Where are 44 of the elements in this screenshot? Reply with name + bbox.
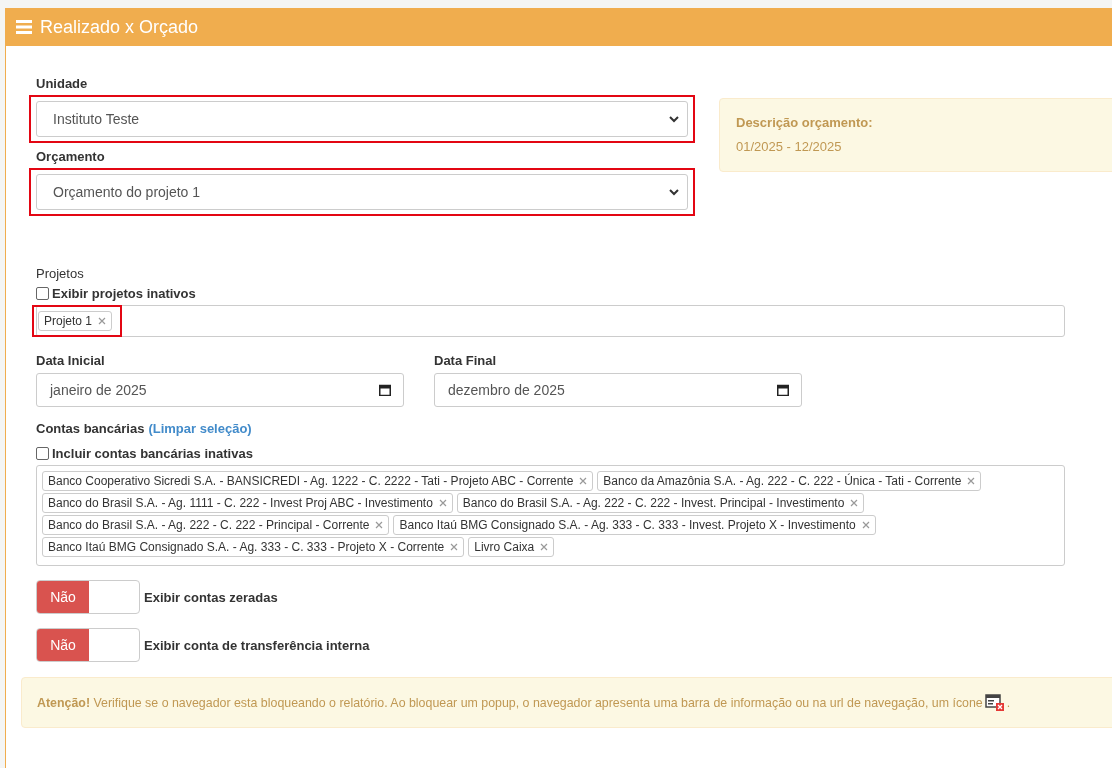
- field-label: Unidade: [36, 76, 89, 91]
- field-label: Orçamento: [36, 149, 106, 164]
- alert-text: Atenção! Verifique se o navegador esta bloqueando o relatório. Ao bloquear um popup, o navegador apresenta uma barra de informação ou na url de navegação, um ícone: [37, 695, 983, 710]
- tag[interactable]: Banco Itaú BMG Consignado S.A. - Ag. 333 - C. 333 - Invest. Projeto X - Investimento: [393, 515, 876, 535]
- tag[interactable]: Banco do Brasil S.A. - Ag. 222 - C. 222 - Principal - Corrente: [42, 515, 390, 535]
- info-title: Descrição orçamento:: [736, 115, 874, 130]
- panel-title: Realizado x Orçado: [40, 16, 199, 38]
- toggle-switch[interactable]: Não: [36, 628, 140, 662]
- tag-input[interactable]: [36, 465, 1065, 566]
- tag[interactable]: Banco Itaú BMG Consignado S.A. - Ag. 333 - C. 333 - Projeto X - Corrente: [42, 537, 465, 557]
- tag[interactable]: Projeto 1: [38, 311, 113, 331]
- select-value: Orçamento do projeto 1: [53, 184, 201, 200]
- tag[interactable]: Banco do Brasil S.A. - Ag. 222 - C. 222 - Invest. Principal - Investimento: [456, 493, 865, 513]
- select-value: Instituto Teste: [53, 111, 140, 127]
- alert-period: .: [1006, 695, 1011, 710]
- info-text: 01/2025 - 12/2025: [736, 139, 843, 154]
- select-field[interactable]: Orçamento do projeto 1: [36, 174, 688, 210]
- tag[interactable]: Banco Cooperativo Sicredi S.A. - BANSICREDI - Ag. 1222 - C. 2222 - Tati - Projeto ABC - Corrente: [42, 471, 594, 491]
- tag[interactable]: Livro Caixa: [468, 537, 555, 557]
- checkbox-label: Exibir projetos inativos: [52, 286, 196, 301]
- date-value: janeiro de 2025: [50, 382, 147, 398]
- menu-icon: [16, 20, 32, 34]
- checkbox[interactable]: [36, 287, 49, 300]
- checkbox-label: Incluir contas bancárias inativas: [52, 446, 253, 461]
- field-label: Data Inicial: [36, 353, 106, 368]
- checkbox[interactable]: [36, 447, 49, 460]
- tag[interactable]: Banco do Brasil S.A. - Ag. 1111 - C. 222 - Invest Proj ABC - Investimento: [42, 493, 453, 513]
- field-label: Contas bancárias: [36, 421, 145, 436]
- tag[interactable]: Banco da Amazônia S.A. - Ag. 222 - C. 222 - Única - Tati - Corrente: [597, 471, 982, 491]
- chevron-down-icon: [669, 188, 679, 196]
- date-field[interactable]: dezembro de 2025: [434, 373, 802, 407]
- field-label: Projetos: [36, 266, 85, 281]
- toggle-label: Exibir contas zeradas: [144, 589, 278, 605]
- clear-selection-link[interactable]: (Limpar seleção): [148, 421, 252, 436]
- select-field[interactable]: Instituto Teste: [36, 101, 688, 137]
- calendar-icon: [379, 384, 391, 396]
- toggle-switch[interactable]: Não: [36, 580, 140, 614]
- chevron-down-icon: [669, 115, 679, 123]
- calendar-icon: [777, 384, 789, 396]
- field-label: Data Final: [434, 353, 498, 368]
- date-field[interactable]: janeiro de 2025: [36, 373, 404, 407]
- toggle-label: Exibir conta de transferência interna: [144, 637, 370, 653]
- blocked-popup-icon: [984, 694, 1005, 711]
- date-value: dezembro de 2025: [448, 382, 565, 398]
